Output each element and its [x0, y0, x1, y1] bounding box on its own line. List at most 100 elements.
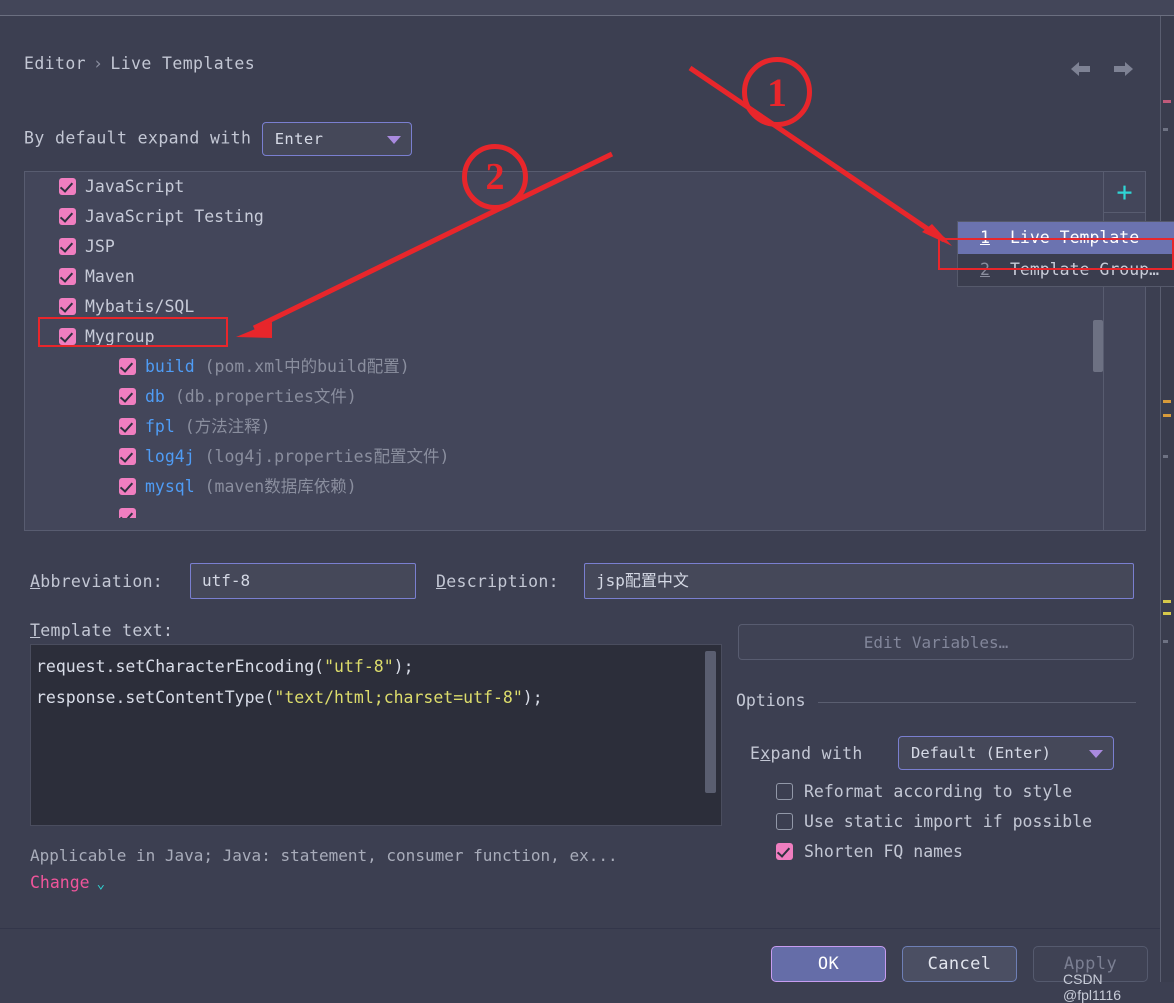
tree-template-row-partial[interactable] [25, 502, 1105, 518]
tree-template-row[interactable]: log4j (log4j.properties配置文件) [25, 442, 1105, 472]
options-section-header: Options [736, 691, 1136, 711]
reformat-checkbox[interactable] [776, 783, 793, 800]
description-label-rest: escription: [446, 572, 559, 591]
popup-item-label: Template Group… [1010, 260, 1160, 279]
template-desc: (log4j.properties配置文件) [204, 447, 450, 466]
abbreviation-value: utf-8 [202, 571, 251, 590]
add-popup-menu[interactable]: 1 Live Template 2 Template Group… [957, 221, 1174, 287]
tree-template-row[interactable]: fpl (方法注释) [25, 412, 1105, 442]
applicable-context-text: Applicable in Java; Java: statement, con… [30, 846, 618, 865]
options-divider [818, 702, 1136, 703]
tree-group-row[interactable]: ❯ Maven [25, 262, 1105, 292]
chevron-down-icon [386, 136, 401, 144]
tree-group-row-mygroup[interactable]: ⌄ Mygroup [25, 322, 1105, 352]
code-segment: ); [522, 688, 543, 707]
group-label: JavaScript [85, 177, 185, 196]
group-label: Maven [85, 267, 135, 286]
expand-with-mnemonic: x [760, 744, 771, 763]
breadcrumb-root[interactable]: Editor [24, 54, 86, 73]
change-context-link[interactable]: Change ⌄ [30, 873, 105, 892]
description-label: Description: [436, 572, 559, 591]
default-expand-label: By default expand with [24, 128, 252, 148]
cancel-button[interactable]: Cancel [902, 946, 1017, 982]
popup-item-number: 2 [980, 260, 990, 279]
minimap-divider [1160, 16, 1161, 982]
code-line: response.setContentType("text/html;chars… [31, 682, 721, 713]
template-text-editor[interactable]: request.setCharacterEncoding("utf-8"); r… [30, 644, 722, 826]
edit-variables-button[interactable]: Edit Variables… [738, 624, 1134, 660]
tree-template-row[interactable]: mysql (maven数据库依赖) [25, 472, 1105, 502]
option-shorten-fq[interactable]: Shorten FQ names [776, 842, 963, 861]
code-scrollbar-thumb[interactable] [705, 651, 716, 793]
shorten-fq-checkbox[interactable] [776, 843, 793, 860]
shorten-fq-label: Shorten FQ names [804, 842, 963, 861]
tree-scrollbar-thumb[interactable] [1093, 320, 1103, 372]
options-section-title: Options [736, 691, 816, 710]
code-string: "text/html;charset=utf-8" [274, 688, 523, 707]
code-string: "utf-8" [324, 657, 394, 676]
expand-with-label-pre: E [750, 744, 761, 763]
group-checkbox[interactable] [59, 268, 76, 285]
expand-with-select[interactable]: Default (Enter) [898, 736, 1114, 770]
template-name: db [145, 387, 165, 406]
abbreviation-input[interactable]: utf-8 [190, 563, 416, 599]
popup-item-live-template[interactable]: 1 Live Template [958, 222, 1174, 254]
static-import-label: Use static import if possible [804, 812, 1093, 831]
reformat-label: Reformat according to style [804, 782, 1073, 801]
minimap-mark [1163, 100, 1171, 103]
template-name: fpl [145, 417, 175, 436]
templates-tree[interactable]: ❯ JavaScript ❯ JavaScript Testing ❯ JSP … [25, 172, 1105, 530]
add-template-button[interactable]: + [1104, 172, 1145, 213]
breadcrumb-separator: › [93, 54, 104, 73]
abbreviation-mnemonic: A [30, 572, 41, 591]
tree-group-row[interactable]: ❯ JSP [25, 232, 1105, 262]
minimap-mark [1163, 400, 1171, 403]
tree-template-row[interactable]: build (pom.xml中的build配置) [25, 352, 1105, 382]
expand-with-label-rest: pand with [770, 744, 863, 763]
editor-minimap-strip[interactable] [1160, 16, 1174, 982]
group-label: JSP [85, 237, 115, 256]
template-checkbox[interactable] [119, 478, 136, 495]
group-checkbox[interactable] [59, 208, 76, 225]
abbreviation-label: Abbreviation: [30, 572, 163, 591]
description-input[interactable]: jsp配置中文 [584, 563, 1134, 599]
option-reformat[interactable]: Reformat according to style [776, 782, 1072, 801]
back-arrow-icon[interactable] [1068, 60, 1094, 78]
forward-arrow-icon[interactable] [1110, 60, 1136, 78]
tree-template-row[interactable]: db (db.properties文件) [25, 382, 1105, 412]
chevron-down-icon [1089, 750, 1103, 758]
popup-item-number: 1 [980, 228, 990, 247]
expand-with-value: Default (Enter) [911, 744, 1051, 762]
minimap-mark [1163, 128, 1168, 131]
description-mnemonic: D [436, 572, 447, 591]
default-expand-select[interactable]: Enter [261, 122, 412, 156]
template-checkbox[interactable] [119, 418, 136, 435]
breadcrumb-current: Live Templates [110, 54, 256, 73]
template-text-label-rest: emplate text: [40, 621, 174, 640]
minimap-mark [1163, 600, 1171, 603]
option-static-import[interactable]: Use static import if possible [776, 812, 1092, 831]
group-checkbox[interactable] [59, 298, 76, 315]
template-name: mysql [145, 477, 195, 496]
template-checkbox[interactable] [119, 448, 136, 465]
tree-group-row[interactable]: ❯ Mybatis/SQL [25, 292, 1105, 322]
template-checkbox[interactable] [119, 358, 136, 375]
template-desc: (pom.xml中的build配置) [204, 357, 410, 376]
tree-group-row[interactable]: ❯ JavaScript Testing [25, 202, 1105, 232]
static-import-checkbox[interactable] [776, 813, 793, 830]
template-desc: (db.properties文件) [174, 387, 357, 406]
change-label: Change [30, 873, 90, 892]
template-checkbox[interactable] [119, 388, 136, 405]
minimap-mark [1163, 612, 1171, 615]
code-line: request.setCharacterEncoding("utf-8"); [31, 651, 721, 682]
ok-button[interactable]: OK [771, 946, 886, 982]
code-segment: response.setContentType( [36, 688, 275, 707]
tree-group-row[interactable]: ❯ JavaScript [25, 172, 1105, 202]
popup-item-template-group[interactable]: 2 Template Group… [958, 254, 1174, 286]
group-checkbox[interactable] [59, 328, 76, 345]
template-checkbox[interactable] [119, 508, 136, 518]
template-name: build [145, 357, 195, 376]
watermark: CSDN @fpl1116 [1063, 971, 1122, 1003]
group-checkbox[interactable] [59, 238, 76, 255]
group-checkbox[interactable] [59, 178, 76, 195]
